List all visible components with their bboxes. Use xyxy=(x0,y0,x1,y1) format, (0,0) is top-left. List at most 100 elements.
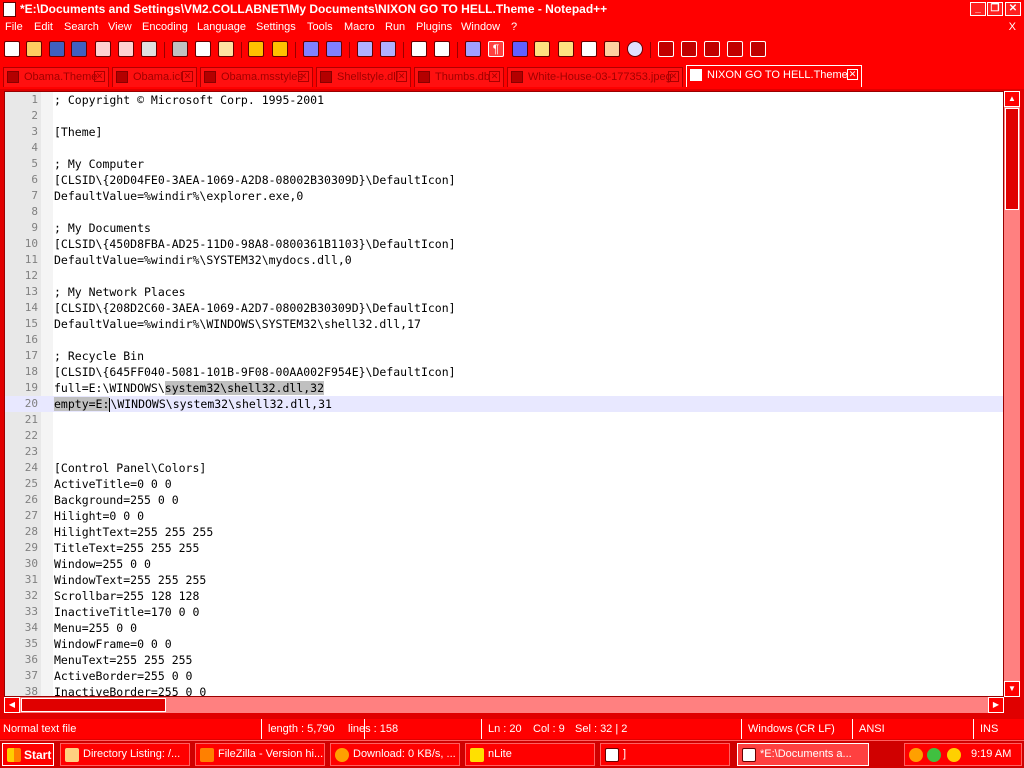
zoom-out-icon[interactable] xyxy=(380,41,396,57)
play-icon[interactable] xyxy=(704,41,720,57)
tab-close-icon[interactable]: ✕ xyxy=(489,71,500,82)
horizontal-scroll-thumb[interactable] xyxy=(21,698,166,712)
editor-line[interactable]: 32 Scrollbar=255 128 128 xyxy=(5,588,1003,604)
new-icon[interactable] xyxy=(4,41,20,57)
open-icon[interactable] xyxy=(26,41,42,57)
taskbar-item-window[interactable]: ] xyxy=(600,743,730,766)
editor-line[interactable]: 10 [CLSID\{450D8FBA-AD25-11D0-98A8-080036… xyxy=(5,236,1003,252)
editor-line[interactable]: 24 [Control Panel\Colors] xyxy=(5,460,1003,476)
editor-line[interactable]: 19 full=E:\WINDOWS\system32\shell32.dll,3… xyxy=(5,380,1003,396)
close-document-button[interactable]: X xyxy=(1009,21,1016,33)
menu-edit[interactable]: Edit xyxy=(34,21,53,33)
tab-obama-theme[interactable]: Obama.Theme ✕ xyxy=(3,67,109,87)
menu-search[interactable]: Search xyxy=(64,21,99,33)
editor-line[interactable]: 33 InactiveTitle=170 0 0 xyxy=(5,604,1003,620)
udl-icon[interactable] xyxy=(534,41,550,57)
sync-v-icon[interactable] xyxy=(411,41,427,57)
status-eol[interactable]: Windows (CR LF) xyxy=(745,719,853,739)
monitor-icon[interactable] xyxy=(627,41,643,57)
scroll-down-icon[interactable]: ▼ xyxy=(1004,681,1020,697)
tab-close-icon[interactable]: ✕ xyxy=(298,71,309,82)
editor-line[interactable]: 8 xyxy=(5,204,1003,220)
taskbar-item-notepadpp[interactable]: *E:\Documents a... xyxy=(737,743,869,766)
undo-icon[interactable] xyxy=(248,41,264,57)
tab-close-icon[interactable]: ✕ xyxy=(847,69,858,80)
menu-run[interactable]: Run xyxy=(385,21,405,33)
start-button[interactable]: Start xyxy=(2,743,54,766)
editor-line[interactable]: 27 Hilight=0 0 0 xyxy=(5,508,1003,524)
save-macro-icon[interactable] xyxy=(750,41,766,57)
print-icon[interactable] xyxy=(141,41,157,57)
editor-area[interactable]: 1 ; Copyright © Microsoft Corp. 1995-2001… xyxy=(4,91,1004,697)
title-bar[interactable]: *E:\Documents and Settings\VM2.COLLABNET… xyxy=(0,0,1024,19)
tab-white-house-jpeg[interactable]: White-House-03-177353.jpeg ✕ xyxy=(507,67,683,87)
vertical-scrollbar[interactable]: ▲ ▼ xyxy=(1004,91,1020,697)
save-icon[interactable] xyxy=(49,41,65,57)
editor-line[interactable]: 16 xyxy=(5,332,1003,348)
maximize-button[interactable]: ❐ xyxy=(987,2,1003,16)
editor-line[interactable]: 30 Window=255 0 0 xyxy=(5,556,1003,572)
editor-line[interactable]: 14 [CLSID\{208D2C60-3AEA-1069-A2D7-08002B… xyxy=(5,300,1003,316)
editor-line[interactable]: 1 ; Copyright © Microsoft Corp. 1995-2001 xyxy=(5,92,1003,108)
menu-language[interactable]: Language xyxy=(197,21,246,33)
menu-settings[interactable]: Settings xyxy=(256,21,296,33)
editor-line[interactable]: 38 InactiveBorder=255 0 0 xyxy=(5,684,1003,696)
tab-close-icon[interactable]: ✕ xyxy=(668,71,679,82)
vertical-scroll-thumb[interactable] xyxy=(1005,108,1019,210)
editor-line[interactable]: 3 [Theme] xyxy=(5,124,1003,140)
notepadpp-app-icon[interactable] xyxy=(3,2,16,17)
editor-line[interactable]: 35 WindowFrame=0 0 0 xyxy=(5,636,1003,652)
editor-line[interactable]: 2 xyxy=(5,108,1003,124)
indent-guide-icon[interactable] xyxy=(512,41,528,57)
record-icon[interactable] xyxy=(658,41,674,57)
tab-close-icon[interactable]: ✕ xyxy=(94,71,105,82)
menu-plugins[interactable]: Plugins xyxy=(416,21,452,33)
editor-line[interactable]: 15 DefaultValue=%windir%\WINDOWS\SYSTEM32… xyxy=(5,316,1003,332)
tab-close-icon[interactable]: ✕ xyxy=(396,71,407,82)
menu-window[interactable]: Window xyxy=(461,21,500,33)
copy-icon[interactable] xyxy=(195,41,211,57)
scroll-up-icon[interactable]: ▲ xyxy=(1004,91,1020,107)
editor-line[interactable]: 25 ActiveTitle=0 0 0 xyxy=(5,476,1003,492)
close-button[interactable]: ✕ xyxy=(1005,2,1021,16)
all-chars-icon[interactable]: ¶ xyxy=(488,41,504,57)
cut-icon[interactable] xyxy=(172,41,188,57)
scroll-right-icon[interactable]: ▶ xyxy=(988,697,1004,713)
minimize-button[interactable]: _ xyxy=(970,2,986,16)
editor-line[interactable]: 17 ; Recycle Bin xyxy=(5,348,1003,364)
editor-line[interactable]: 4 xyxy=(5,140,1003,156)
paste-icon[interactable] xyxy=(218,41,234,57)
menu-encoding[interactable]: Encoding xyxy=(142,21,188,33)
run-multi-icon[interactable] xyxy=(727,41,743,57)
tray-network-icon[interactable] xyxy=(927,748,941,762)
editor-line[interactable]: 31 WindowText=255 255 255 xyxy=(5,572,1003,588)
editor-line[interactable]: 6 [CLSID\{20D04FE0-3AEA-1069-A2D8-08002B3… xyxy=(5,172,1003,188)
wrap-icon[interactable] xyxy=(465,41,481,57)
editor-line[interactable]: 5 ; My Computer xyxy=(5,156,1003,172)
tab-shellstyle-dll[interactable]: Shellstyle.dll ✕ xyxy=(316,67,411,87)
menu-file[interactable]: File xyxy=(5,21,23,33)
close-icon[interactable] xyxy=(95,41,111,57)
editor-line[interactable]: 22 xyxy=(5,428,1003,444)
editor-line[interactable]: 28 HilightText=255 255 255 xyxy=(5,524,1003,540)
editor-line[interactable]: 34 Menu=255 0 0 xyxy=(5,620,1003,636)
zoom-in-icon[interactable] xyxy=(357,41,373,57)
tray-search-icon[interactable] xyxy=(947,748,961,762)
editor-line[interactable]: 9 ; My Documents xyxy=(5,220,1003,236)
tab-nixon-go-to-hell-theme[interactable]: NIXON GO TO HELL.Theme ✕ xyxy=(686,65,862,87)
sync-h-icon[interactable] xyxy=(434,41,450,57)
editor-line[interactable]: 18 [CLSID\{645FF040-5081-101B-9F08-00AA00… xyxy=(5,364,1003,380)
editor-line[interactable]: 20 empty=E:\WINDOWS\system32\shell32.dll,… xyxy=(5,396,1003,412)
editor-line[interactable]: 37 ActiveBorder=255 0 0 xyxy=(5,668,1003,684)
menu-macro[interactable]: Macro xyxy=(344,21,375,33)
find-icon[interactable] xyxy=(303,41,319,57)
save-all-icon[interactable] xyxy=(71,41,87,57)
folder-icon[interactable] xyxy=(604,41,620,57)
editor-line[interactable]: 23 xyxy=(5,444,1003,460)
scroll-left-icon[interactable]: ◀ xyxy=(4,697,20,713)
editor-line[interactable]: 11 DefaultValue=%windir%\SYSTEM32\mydocs.… xyxy=(5,252,1003,268)
func-list-icon[interactable] xyxy=(581,41,597,57)
stop-icon[interactable] xyxy=(681,41,697,57)
editor-line[interactable]: 13 ; My Network Places xyxy=(5,284,1003,300)
editor-line[interactable]: 12 xyxy=(5,268,1003,284)
